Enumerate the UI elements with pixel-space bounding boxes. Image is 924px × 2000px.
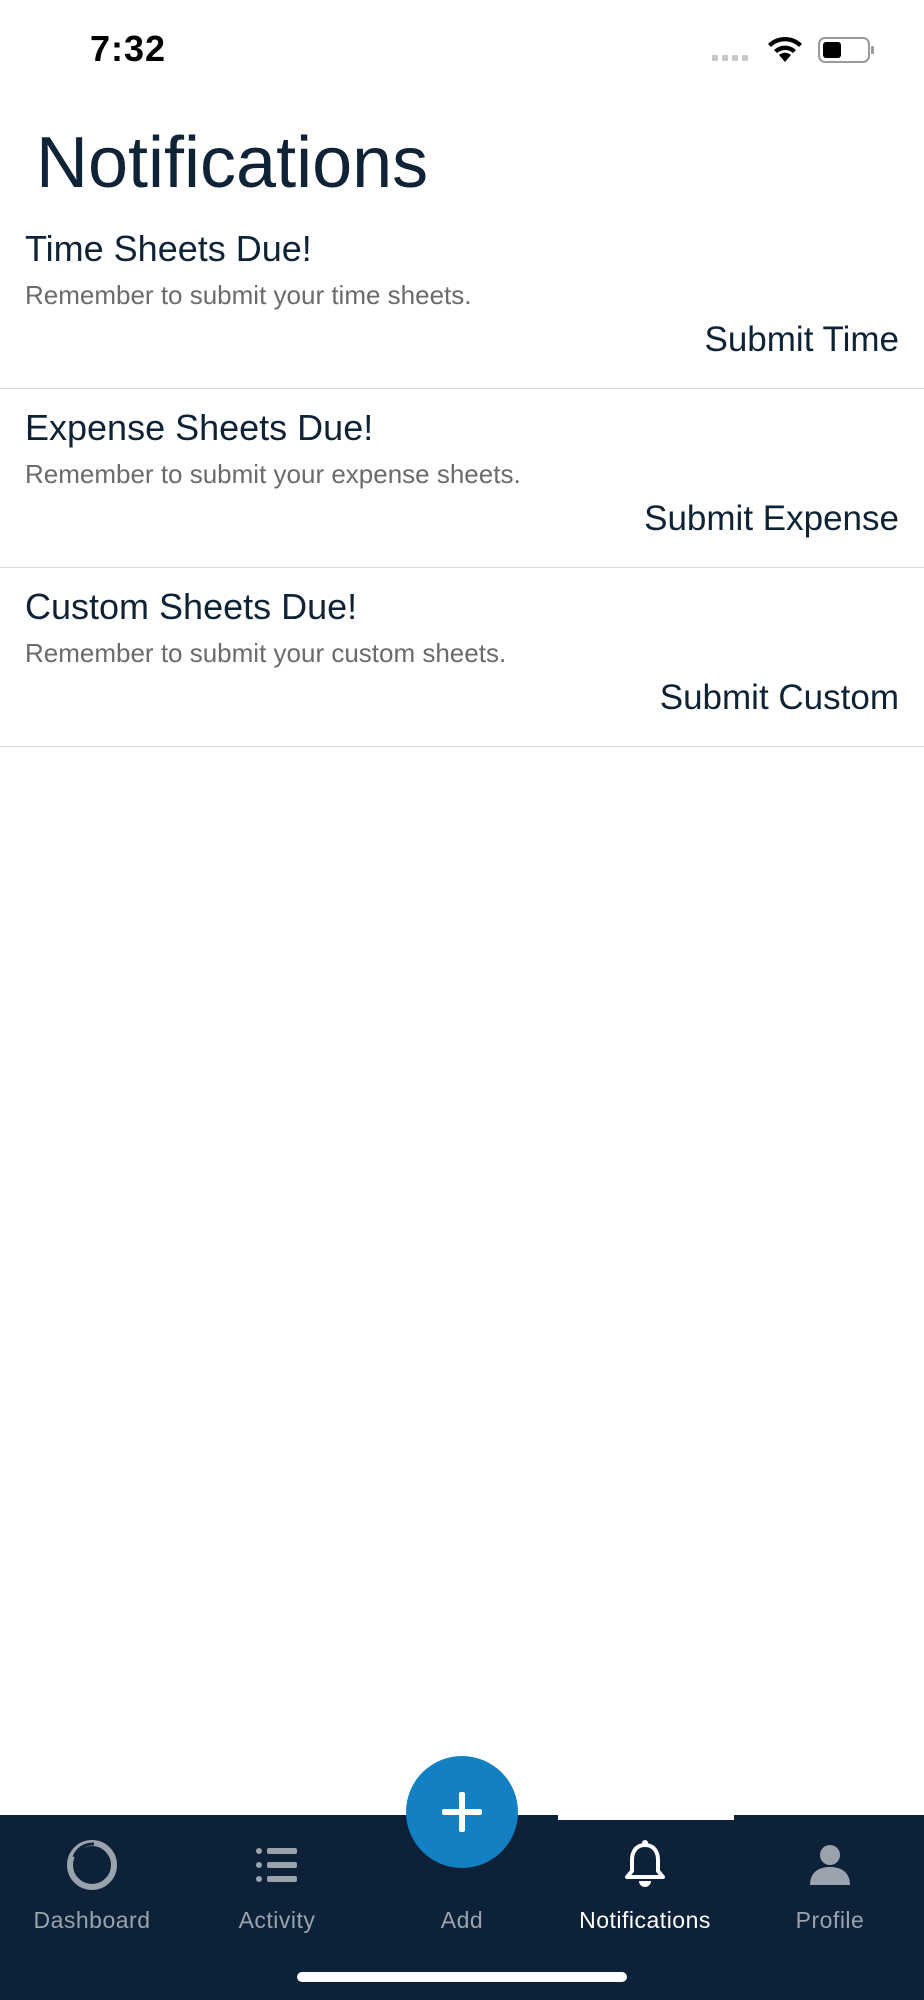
tab-label: Add <box>440 1907 484 1933</box>
home-indicator[interactable] <box>297 1972 627 1982</box>
status-bar: 7:32 <box>0 0 924 100</box>
submit-custom-button[interactable]: Submit Custom <box>660 678 899 718</box>
submit-expense-button[interactable]: Submit Expense <box>644 499 899 539</box>
plus-icon <box>442 1792 482 1832</box>
notification-item: Expense Sheets Due! Remember to submit y… <box>0 389 924 568</box>
tab-activity[interactable]: Activity <box>185 1815 369 1965</box>
person-icon <box>810 1845 850 1885</box>
tab-label: Activity <box>238 1907 316 1933</box>
tab-notifications[interactable]: Notifications <box>553 1815 737 1965</box>
tab-label: Notifications <box>579 1907 711 1933</box>
add-button[interactable] <box>406 1756 518 1868</box>
page-title: Notifications <box>36 123 429 203</box>
cellular-signal-icon <box>712 55 748 61</box>
tab-profile[interactable]: Profile <box>738 1815 922 1965</box>
submit-time-button[interactable]: Submit Time <box>705 320 900 360</box>
tab-dashboard[interactable]: Dashboard <box>0 1815 184 1965</box>
dashboard-ring-icon <box>67 1840 117 1890</box>
notification-body: Remember to submit your expense sheets. <box>25 459 521 489</box>
notification-title: Expense Sheets Due! <box>25 407 374 448</box>
notification-list: Time Sheets Due! Remember to submit your… <box>0 210 924 747</box>
list-icon <box>256 1848 297 1882</box>
status-time: 7:32 <box>90 28 167 69</box>
notification-item: Time Sheets Due! Remember to submit your… <box>0 210 924 389</box>
wifi-icon <box>768 36 802 62</box>
battery-icon <box>818 37 874 63</box>
tab-label: Dashboard <box>33 1907 151 1933</box>
bell-icon <box>625 1840 665 1887</box>
notification-title: Time Sheets Due! <box>25 228 312 269</box>
tab-label: Profile <box>795 1907 865 1933</box>
notification-body: Remember to submit your custom sheets. <box>25 638 507 668</box>
notification-item: Custom Sheets Due! Remember to submit yo… <box>0 568 924 747</box>
notification-title: Custom Sheets Due! <box>25 586 358 627</box>
notification-body: Remember to submit your time sheets. <box>25 280 472 310</box>
